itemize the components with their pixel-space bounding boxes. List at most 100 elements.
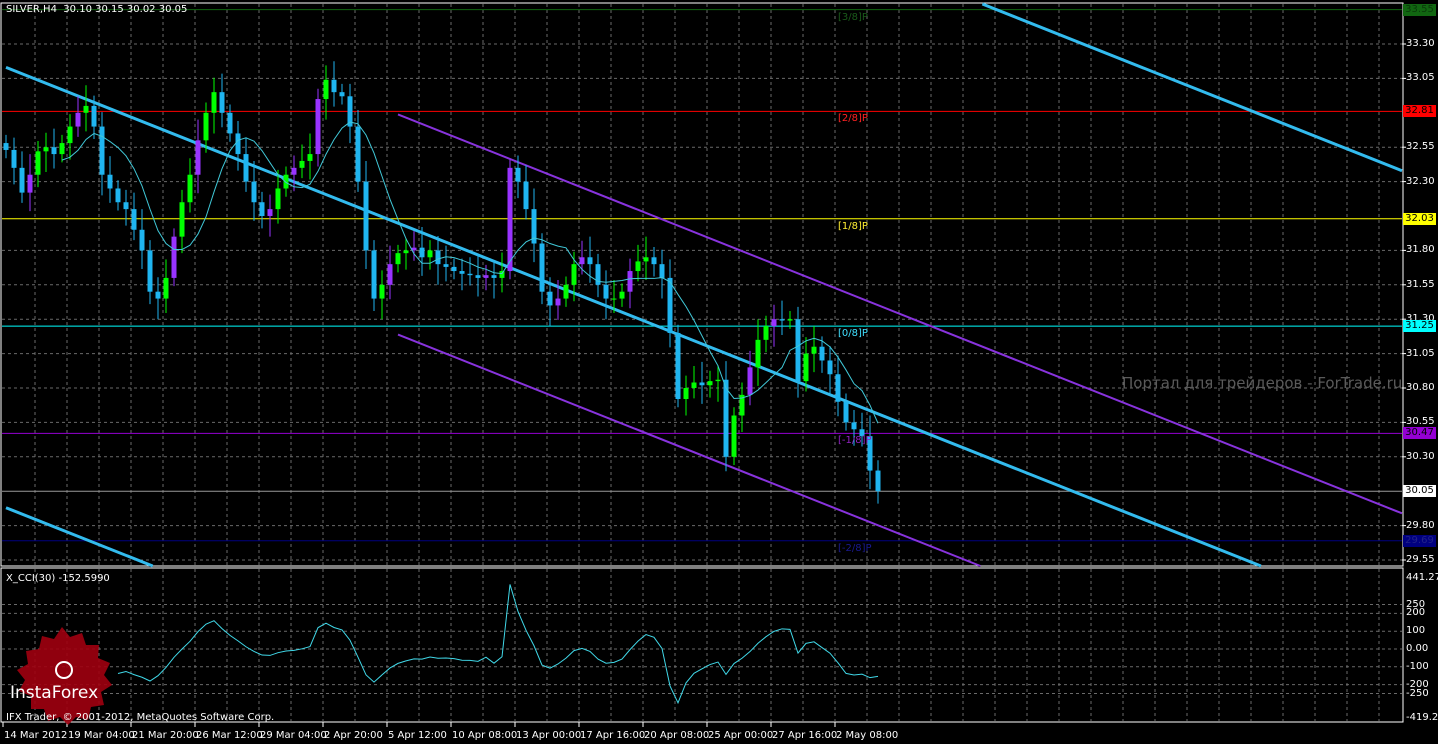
candle-body [795, 319, 801, 382]
candle-body [267, 209, 273, 216]
candle-body [523, 181, 529, 210]
candle-body [779, 319, 785, 321]
time-label: 20 Apr 08:00 [644, 730, 710, 741]
candle-body [659, 264, 665, 278]
murrey-level-label: [-2/8]P [838, 542, 872, 554]
candle-body [771, 319, 777, 327]
candle-body [379, 284, 385, 299]
price-tick-label: 32.30 [1406, 175, 1435, 187]
candle-body [283, 174, 289, 189]
cci-indicator-title: X_CCI(30) -152.5990 [6, 573, 110, 584]
candle-body [115, 188, 121, 203]
logo-text: InstaForex [10, 683, 99, 703]
candle-body [483, 275, 489, 278]
candle-body [843, 401, 849, 423]
instaforex-logo: InstaForex [2, 625, 122, 725]
candle-body [251, 181, 257, 203]
candle-body [211, 92, 217, 113]
candle-body [699, 382, 705, 386]
cci-tick-label: -100 [1406, 660, 1429, 672]
time-label: 2 Apr 20:00 [324, 730, 383, 741]
candle-body [43, 147, 49, 152]
regression-line [981, 2, 1403, 173]
candle-body [507, 167, 513, 272]
murrey-price-box: 32.03 [1403, 212, 1436, 225]
cci-tick-label: 100 [1406, 625, 1426, 637]
candle-body [155, 291, 161, 299]
candle-body [851, 422, 857, 430]
candle-body [579, 257, 585, 265]
cci-tick-label: 0.00 [1406, 643, 1429, 654]
candle-body [195, 140, 201, 175]
cci-axis-min: -419.246 [1406, 712, 1438, 723]
candle-body [3, 143, 9, 150]
candle-body [355, 126, 361, 182]
price-tick-label: 30.80 [1406, 382, 1435, 393]
cci-axis-max: 441.274 [1406, 572, 1438, 583]
time-label: 19 Mar 04:00 [68, 730, 135, 741]
candle-body [443, 264, 449, 267]
candle-body [459, 271, 465, 274]
time-label: 27 Apr 16:00 [772, 730, 838, 741]
time-label: 14 Mar 2012 [4, 730, 68, 741]
time-label: 13 Apr 00:00 [516, 730, 582, 741]
candle-body [803, 353, 809, 382]
candle-body [731, 415, 737, 457]
candle-body [555, 298, 561, 306]
price-tick-label: 30.55 [1406, 416, 1435, 428]
time-label: 26 Mar 12:00 [196, 730, 263, 741]
candle-body [387, 264, 393, 285]
candle-body [243, 154, 249, 182]
murrey-level-label: [-1/8]P [838, 435, 872, 447]
candle-body [395, 253, 401, 265]
candle-body [587, 257, 593, 265]
candle-body [451, 266, 457, 272]
candle-body [67, 126, 73, 144]
candle-body [571, 264, 577, 285]
indicator-pane-frame [0, 567, 1404, 723]
price-tick-label: 32.55 [1406, 141, 1435, 153]
candle-body [291, 167, 297, 175]
murrey-price-box: 33.55 [1403, 3, 1436, 16]
candle-body [163, 277, 169, 299]
time-label: 5 Apr 12:00 [388, 730, 447, 741]
candle-body [171, 236, 177, 278]
cci-tick-label: 200 [1406, 607, 1426, 619]
candle-body [339, 92, 345, 97]
candle-body [363, 181, 369, 251]
candle-body [51, 147, 57, 155]
candle-body [467, 273, 473, 276]
murrey-price-box: 32.81 [1403, 105, 1436, 118]
ohlc-label: 30.10 30.15 30.02 30.05 [63, 4, 188, 15]
candle-body [11, 149, 17, 168]
candle-body [203, 112, 209, 141]
candle-body [723, 379, 729, 457]
current-price-box: 30.05 [1403, 485, 1436, 498]
candle-body [107, 174, 113, 189]
candle-body [323, 79, 329, 100]
candle-body [667, 277, 673, 333]
candle-body [179, 202, 185, 237]
candle-body [147, 250, 153, 292]
candle-body [187, 174, 193, 203]
candle-body [787, 319, 793, 321]
price-chart[interactable] [0, 0, 1438, 744]
murrey-level-label: [2/8]P [838, 113, 868, 125]
candle-body [275, 188, 281, 210]
candle-body [307, 154, 313, 161]
chart-title: SILVER,H4 30.10 30.15 30.02 30.05 [6, 4, 187, 15]
candle-body [683, 388, 689, 400]
candle-body [131, 209, 137, 230]
time-label: 2 May 08:00 [836, 730, 899, 741]
candle-body [19, 167, 25, 193]
candle-body [123, 202, 129, 210]
price-tick-label: 33.30 [1406, 38, 1435, 49]
candle-body [763, 326, 769, 340]
murrey-level-label: [0/8]P [838, 328, 868, 340]
candle-body [91, 105, 97, 127]
candle-body [227, 112, 233, 134]
candle-body [627, 271, 633, 292]
candle-body [75, 112, 81, 127]
candle-body [219, 92, 225, 113]
watermark: Портал для трейдеров - ForTrade.ru [1122, 374, 1403, 392]
